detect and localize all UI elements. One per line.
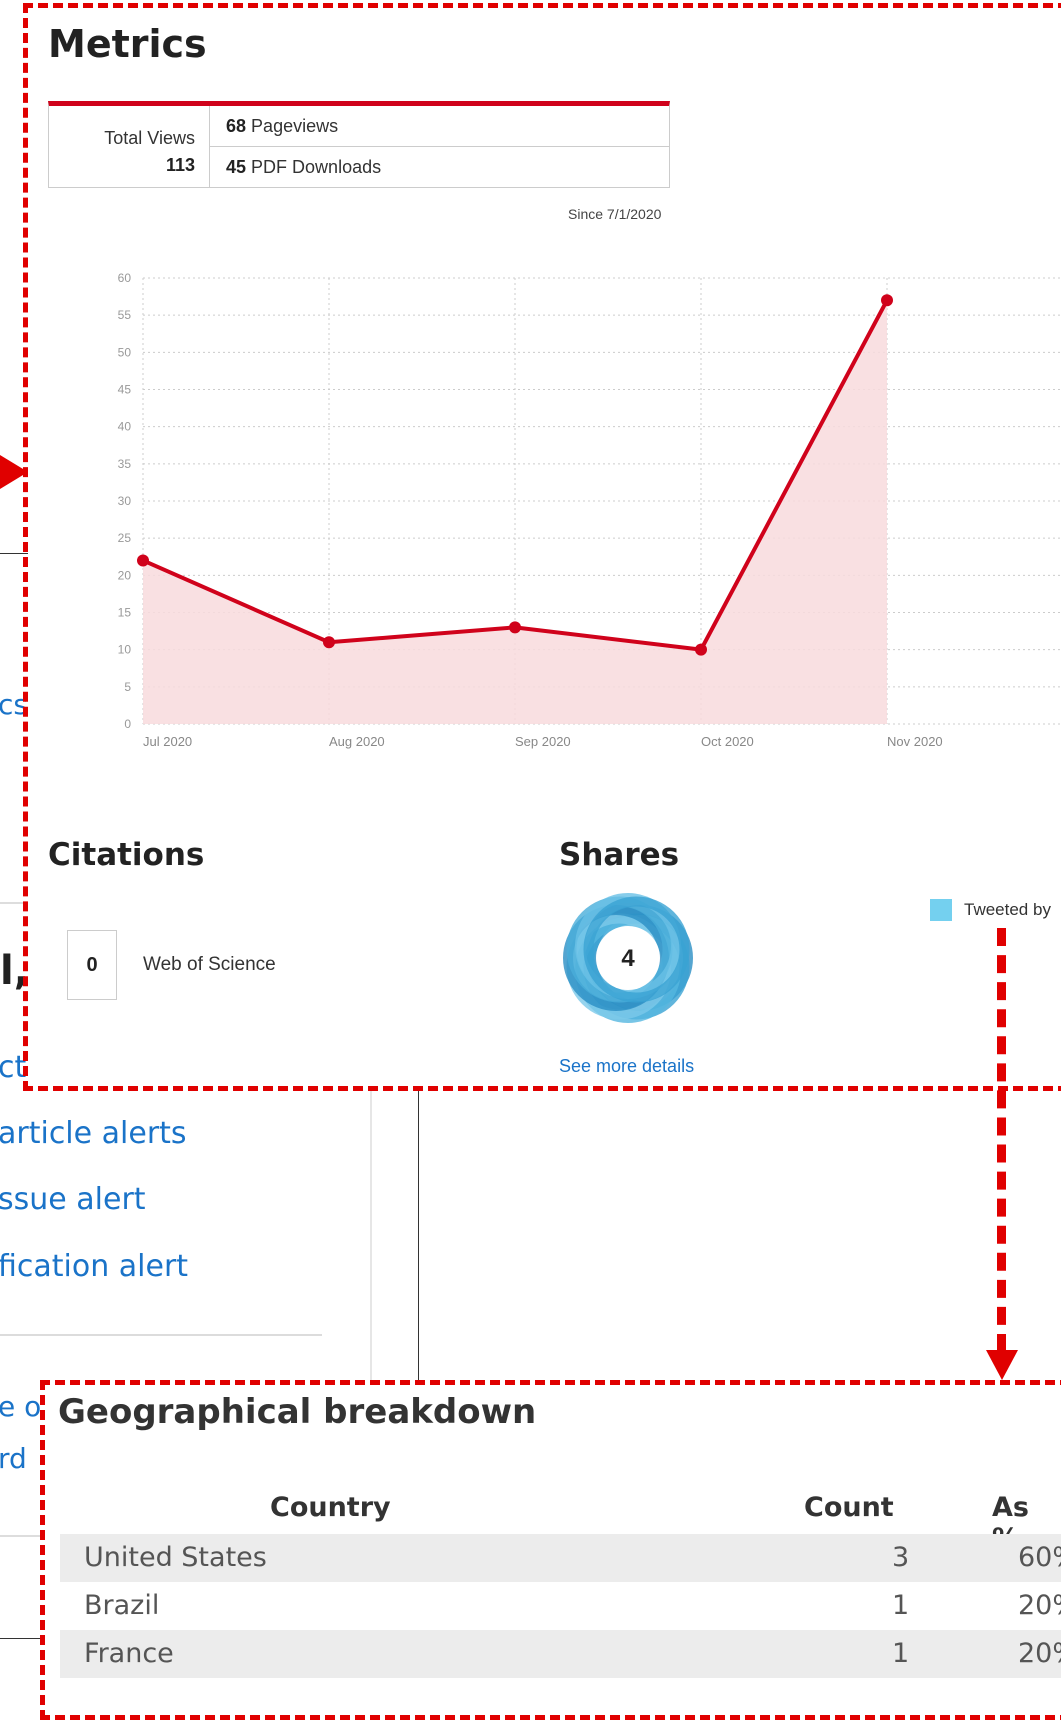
annotation-arrow-icon [986, 1350, 1018, 1380]
issue-alert-link[interactable]: ssue alert [0, 1182, 146, 1217]
divider [0, 1638, 44, 1639]
notification-alert-link[interactable]: fication alert [0, 1249, 188, 1284]
divider [0, 1334, 322, 1336]
link-fragment[interactable]: rd [0, 1442, 27, 1475]
divider [0, 1535, 44, 1537]
callout-frame [23, 3, 1061, 1091]
divider [370, 1088, 372, 1388]
annotation-connector [997, 928, 1006, 1352]
article-alerts-link[interactable]: article alerts [0, 1116, 187, 1151]
divider [418, 1088, 419, 1388]
callout-frame [40, 1380, 1061, 1720]
